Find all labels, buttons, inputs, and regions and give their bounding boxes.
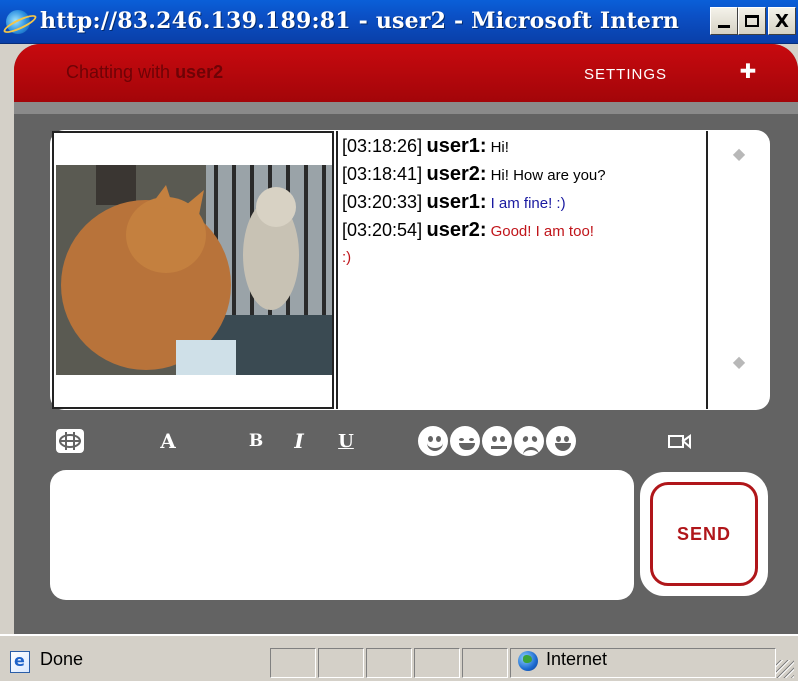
- message-input[interactable]: [50, 470, 634, 600]
- video-frame: [52, 131, 334, 409]
- angry-icon[interactable]: [514, 426, 544, 456]
- webcam-video: [56, 165, 332, 375]
- message-time: [03:20:33]: [342, 192, 423, 212]
- bold-button[interactable]: B: [246, 428, 266, 454]
- smile-icon[interactable]: [418, 426, 448, 456]
- maximize-button[interactable]: [738, 7, 766, 35]
- message-row: [03:18:41] user2: Hi! How are you?: [342, 161, 702, 189]
- webcam-button[interactable]: [666, 428, 694, 454]
- video-camera-icon: [668, 434, 691, 449]
- status-cell: [462, 648, 508, 678]
- message-row: [03:20:33] user1: I am fine! :): [342, 189, 702, 217]
- window-title: http://83.246.139.189:81 - user2 - Micro…: [40, 8, 680, 34]
- zone-text: Internet: [546, 649, 608, 669]
- message-text: Hi!: [490, 139, 509, 156]
- message-text: Good! I am too!: [490, 223, 594, 240]
- status-text: Done: [40, 649, 84, 669]
- grin-icon[interactable]: [450, 426, 480, 456]
- font-color-button[interactable]: A: [155, 428, 181, 454]
- internet-explorer-icon: [6, 10, 30, 34]
- close-button[interactable]: X: [768, 7, 796, 35]
- message-user: user2:: [426, 219, 487, 241]
- chatting-user: user2: [175, 62, 224, 82]
- cat-photo: [56, 165, 332, 375]
- message-row: [03:18:26] user1: Hi!: [342, 133, 702, 161]
- minimize-button[interactable]: [710, 7, 738, 35]
- message-overflow: :): [342, 245, 702, 271]
- status-cell: [270, 648, 316, 678]
- message-scrollbar[interactable]: ◆ ◆: [710, 131, 768, 409]
- status-cell: [366, 648, 412, 678]
- chatting-prefix: Chatting with: [66, 62, 176, 82]
- italic-button[interactable]: I: [290, 428, 308, 454]
- status-cell: [318, 648, 364, 678]
- message-time: [03:20:54]: [342, 220, 423, 240]
- neutral-icon[interactable]: [482, 426, 512, 456]
- chat-header: Chatting with user2 SETTINGS ✚: [14, 44, 798, 102]
- message-time: [03:18:41]: [342, 164, 423, 184]
- message-log: [03:18:26] user1: Hi! [03:18:41] user2: Hi…: [336, 131, 708, 409]
- settings-link[interactable]: SETTINGS: [584, 66, 667, 83]
- message-user: user2:: [426, 163, 487, 185]
- maximize-icon: [745, 15, 759, 27]
- happy-icon[interactable]: [546, 426, 576, 456]
- message-text: I am fine! :): [490, 195, 566, 212]
- message-overflow-text: :): [342, 249, 352, 266]
- page-done-icon: [10, 651, 30, 673]
- webcam-settings-button[interactable]: [54, 428, 86, 454]
- message-time: [03:18:26]: [342, 136, 423, 156]
- status-bar: Done Internet: [0, 634, 798, 681]
- scroll-up-icon[interactable]: ◆: [730, 145, 748, 163]
- internet-zone-icon: [518, 651, 538, 671]
- send-button[interactable]: SEND: [640, 472, 768, 596]
- message-user: user1:: [426, 191, 487, 213]
- resize-grip[interactable]: [776, 660, 794, 678]
- send-button-label: SEND: [650, 482, 758, 586]
- minimize-icon: [718, 24, 730, 28]
- scroll-down-icon[interactable]: ◆: [730, 353, 748, 371]
- underline-button[interactable]: U: [336, 428, 356, 454]
- chatting-with-label: Chatting with user2: [66, 62, 223, 83]
- web-icon: [56, 429, 84, 453]
- plus-icon[interactable]: ✚: [738, 61, 758, 81]
- message-text: Hi! How are you?: [490, 167, 606, 184]
- window-titlebar[interactable]: http://83.246.139.189:81 - user2 - Micro…: [0, 0, 798, 44]
- message-user: user1:: [426, 135, 487, 157]
- message-row: [03:20:54] user2: Good! I am too!: [342, 217, 702, 245]
- status-cell: [414, 648, 460, 678]
